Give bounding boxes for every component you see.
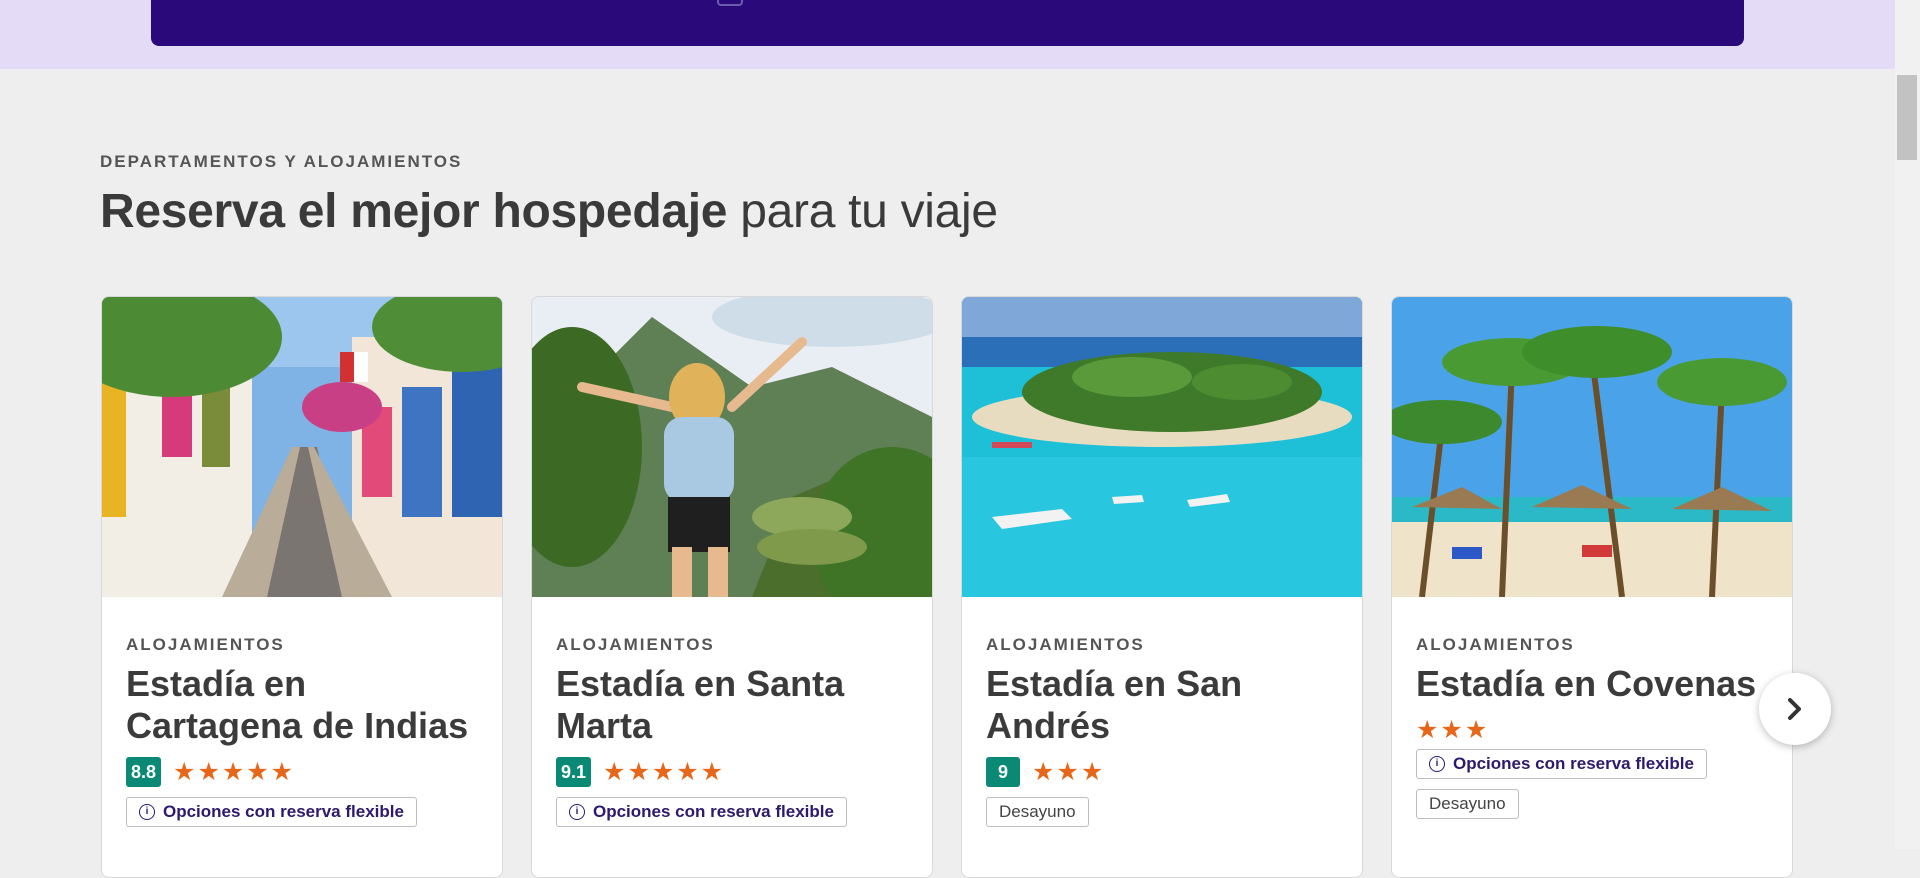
card-title[interactable]: Estadía en Cartagena de Indias	[126, 663, 486, 747]
card-category: ALOJAMIENTOS	[1416, 635, 1575, 654]
card-category: ALOJAMIENTOS	[556, 635, 715, 654]
info-icon: i	[569, 804, 585, 820]
card-title[interactable]: Estadía en Covenas	[1416, 663, 1776, 705]
star-rating: ★★★	[1032, 758, 1106, 786]
flexible-booking-tag: i Opciones con reserva flexible	[1416, 749, 1707, 779]
lodging-card-san-andres[interactable]: ALOJAMIENTOS Estadía en San Andrés 9 ★★★…	[961, 296, 1363, 878]
score-badge: 8.8	[126, 757, 162, 787]
card-body: ALOJAMIENTOS Estadía en San Andrés 9 ★★★…	[986, 635, 1346, 827]
promo-banner	[151, 0, 1744, 46]
breakfast-tag: Desayuno	[986, 797, 1089, 827]
section-headline: Reserva el mejor hospedaje para tu viaje	[100, 184, 998, 239]
cartagena-street-image	[102, 297, 502, 597]
score-badge: 9	[986, 757, 1020, 787]
card-category: ALOJAMIENTOS	[986, 635, 1145, 654]
scrollbar-thumb[interactable]	[1897, 75, 1917, 160]
card-body: ALOJAMIENTOS Estadía en Covenas ★★★ i Op…	[1416, 635, 1776, 819]
headline-bold: Reserva el mejor hospedaje	[100, 185, 728, 238]
san-andres-island-image	[962, 297, 1362, 597]
rating-row: 9 ★★★	[986, 757, 1346, 787]
rating-row: ★★★	[1416, 715, 1776, 745]
promo-checkbox[interactable]	[717, 0, 743, 6]
star-rating: ★★★	[1416, 716, 1490, 744]
lodging-card-cartagena[interactable]: ALOJAMIENTOS Estadía en Cartagena de Ind…	[101, 296, 503, 878]
lodging-card-covenas[interactable]: ALOJAMIENTOS Estadía en Covenas ★★★ i Op…	[1391, 296, 1793, 878]
flexible-booking-tag: i Opciones con reserva flexible	[126, 797, 417, 827]
santa-marta-hiker-image	[532, 297, 932, 597]
lodging-section-header: DEPARTAMENTOS Y ALOJAMIENTOS Reserva el …	[100, 152, 998, 238]
card-body: ALOJAMIENTOS Estadía en Santa Marta 9.1 …	[556, 635, 916, 827]
chevron-right-icon	[1788, 698, 1801, 720]
card-body: ALOJAMIENTOS Estadía en Cartagena de Ind…	[126, 635, 486, 827]
tag-label: Opciones con reserva flexible	[1453, 754, 1694, 773]
flexible-booking-tag: i Opciones con reserva flexible	[556, 797, 847, 827]
rating-row: 9.1 ★★★★★	[556, 757, 916, 787]
section-eyebrow: DEPARTAMENTOS Y ALOJAMIENTOS	[100, 152, 463, 171]
star-rating: ★★★★★	[603, 758, 726, 786]
info-icon: i	[139, 804, 155, 820]
headline-light: para tu viaje	[740, 185, 998, 238]
lodging-card-santa-marta[interactable]: ALOJAMIENTOS Estadía en Santa Marta 9.1 …	[531, 296, 933, 878]
carousel-next-button[interactable]	[1759, 673, 1831, 745]
covenas-beach-image	[1392, 297, 1792, 597]
info-icon: i	[1429, 756, 1445, 772]
card-category: ALOJAMIENTOS	[126, 635, 285, 654]
card-title[interactable]: Estadía en San Andrés	[986, 663, 1346, 747]
rating-row: 8.8 ★★★★★	[126, 757, 486, 787]
tag-label: Opciones con reserva flexible	[163, 802, 404, 821]
breakfast-tag: Desayuno	[1416, 789, 1519, 819]
star-rating: ★★★★★	[173, 758, 296, 786]
tag-label: Opciones con reserva flexible	[593, 802, 834, 821]
score-badge: 9.1	[556, 757, 592, 787]
card-title[interactable]: Estadía en Santa Marta	[556, 663, 916, 747]
